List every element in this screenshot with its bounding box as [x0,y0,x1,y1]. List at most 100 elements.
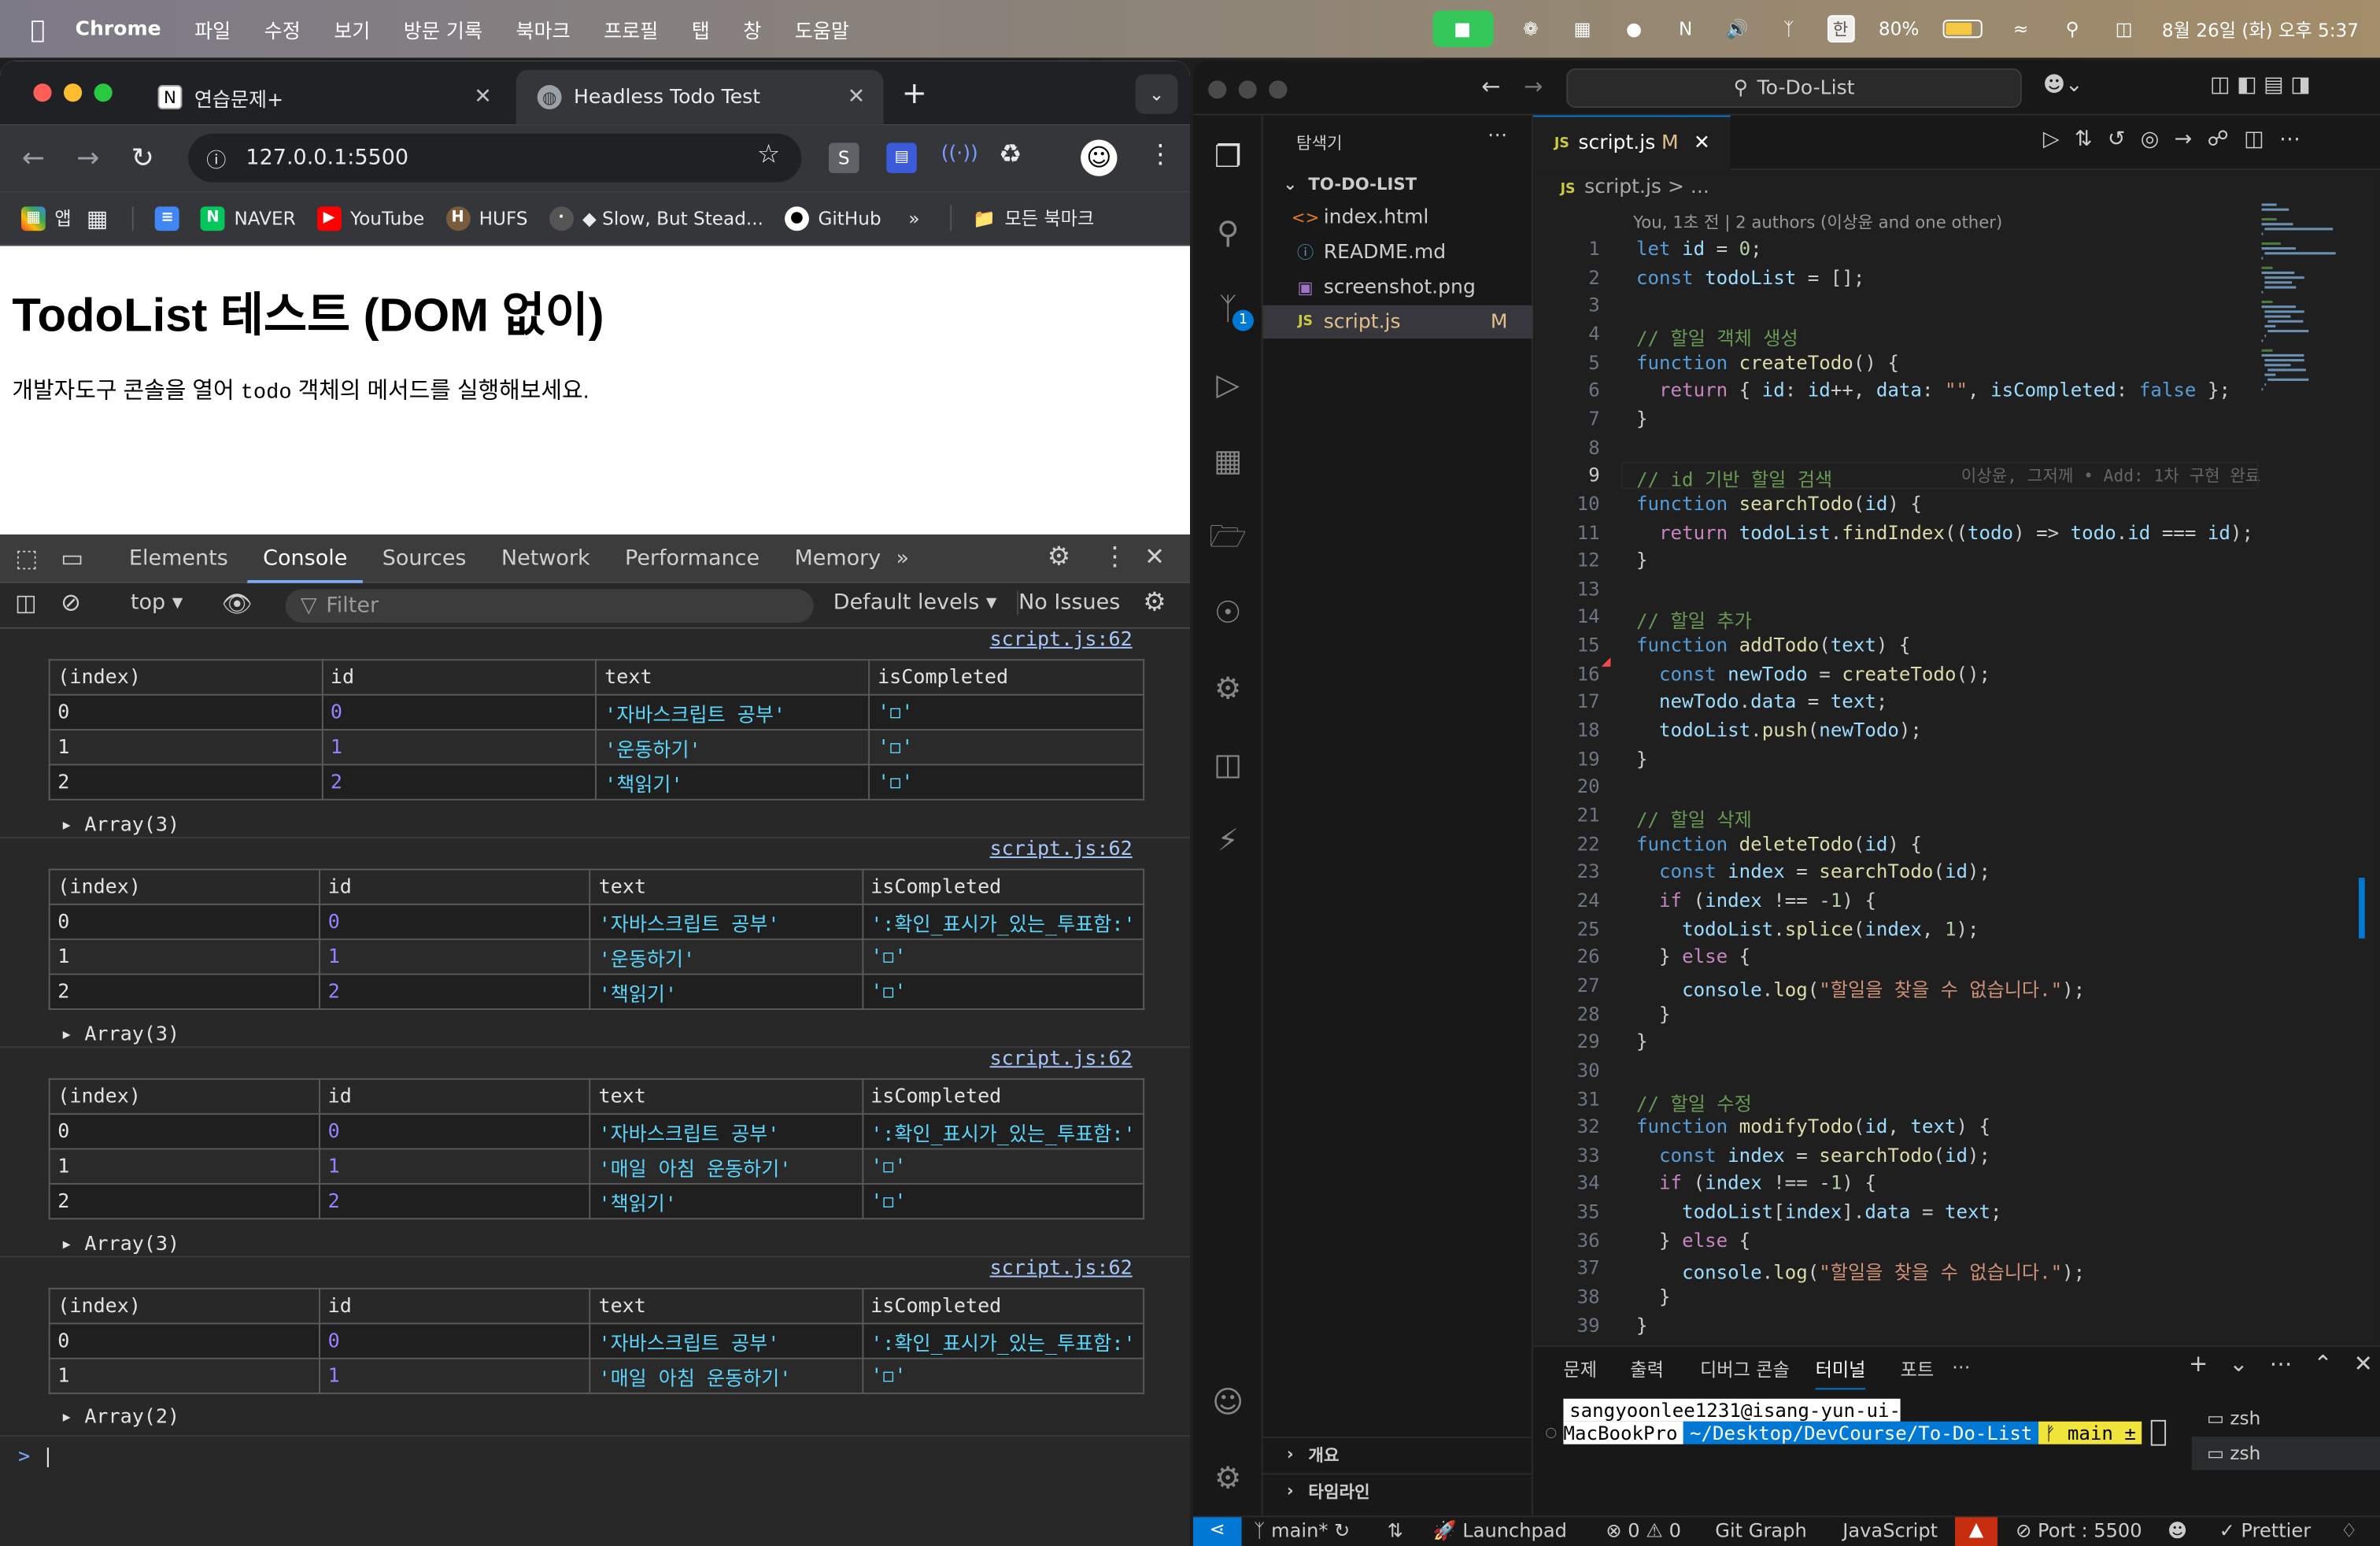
facetime-icon[interactable]: ■ [1432,10,1493,47]
menu-item[interactable]: 북마크 [516,14,570,43]
input-source-indicator[interactable]: 한 [1827,15,1855,43]
code-line[interactable]: } [1636,407,1648,430]
forward-icon[interactable]: → [61,142,115,174]
eye-icon[interactable]: 👁 [222,590,253,619]
menu-item[interactable]: 보기 [334,14,370,43]
control-center-icon[interactable]: ◫ [2110,13,2138,44]
layout-toggle-icons[interactable]: ◫ ◧ ▤ ◨ [2210,73,2311,98]
code-line[interactable]: let id = 0; [1636,237,1762,260]
status-launchpad[interactable]: 🚀 Launchpad [1433,1518,1567,1543]
site-info-icon[interactable]: ⓘ [206,144,226,173]
code-line[interactable]: todoList[index].data = text; [1636,1200,2002,1222]
tab-group-icon[interactable]: ▦ [87,204,108,231]
new-tab-button[interactable]: + [902,75,927,111]
address-bar[interactable]: ⓘ 127.0.0.1:5500 ☆ [188,133,802,183]
run-debug-icon[interactable]: ▷ [1208,364,1247,404]
console-source-link[interactable]: script.js:62 [990,1048,1133,1071]
code-line[interactable]: const index = searchTodo(id); [1636,860,1990,883]
code-line[interactable]: } [1636,747,1648,770]
tab-console[interactable]: Console [248,534,362,583]
code-line[interactable]: function createTodo() { [1636,350,1899,373]
clear-console-icon[interactable]: ⊘ [61,588,81,617]
menu-item[interactable]: 프로필 [604,14,658,43]
chrome-menu-icon[interactable]: ⋮ [1148,139,1173,170]
explorer-more-icon[interactable]: ⋯ [1488,124,1507,147]
console-source-link[interactable]: script.js:62 [990,838,1133,861]
table-header-cell[interactable]: text [595,659,870,696]
browser-tab[interactable]: N 연습문제+ ✕ [137,70,510,124]
apple-icon[interactable]:  [31,14,46,43]
menu-item[interactable]: 도움말 [795,14,849,43]
code-line[interactable]: console.log("할일을 찾을 수 없습니다."); [1636,1256,2085,1285]
nav-forward-icon[interactable]: → [1524,73,1543,101]
extension-s-icon[interactable]: S [828,142,859,173]
code-line[interactable]: } [1636,549,1648,571]
code-line[interactable]: function searchTodo(id) { [1636,492,1922,515]
reload-icon[interactable]: ↻ [116,142,170,174]
chat-icon[interactable]: ● [1621,13,1648,44]
profile-avatar[interactable]: ☺ [1081,139,1118,176]
code-line[interactable]: newTodo.data = text; [1636,690,1887,713]
code-line[interactable]: const index = searchTodo(id); [1636,1143,1990,1166]
settings-gear-icon[interactable]: ⚙ [1048,542,1070,573]
menu-item[interactable]: 탭 [692,14,710,43]
code-line[interactable]: function modifyTodo(id, text) { [1636,1115,1990,1137]
timeline-section[interactable]: › 타임라인 [1262,1473,1533,1506]
panel-tab-debug[interactable]: 디버그 콘솔 [1700,1356,1790,1382]
table-header-cell[interactable]: (index) [48,1078,320,1115]
minimap[interactable] [2259,201,2365,1346]
status-copilot-icon[interactable]: ☻ [2168,1518,2187,1541]
table-header-cell[interactable]: text [589,868,863,905]
status-branch[interactable]: ᛉ main* ↻ [1254,1518,1350,1541]
status-port[interactable]: ⊘ Port : 5500 [2016,1518,2142,1541]
table-header-cell[interactable]: id [319,1288,591,1325]
manage-gear-icon[interactable]: ⚙ [1208,1458,1247,1497]
code-line[interactable]: return todoList.findIndex((todo) => todo… [1636,520,2253,543]
code-line[interactable]: const newTodo = createTodo(); [1636,662,1990,685]
status-notifications-icon[interactable]: ♢ [2341,1518,2358,1541]
folder-icon[interactable]: 🗁 [1208,516,1247,556]
code-line[interactable]: // 할일 삭제 [1636,804,1752,833]
wifi-icon[interactable]: ≈ [2007,13,2034,44]
notion-icon[interactable]: N [1672,13,1699,44]
code-line[interactable]: const todoList = []; [1636,265,1864,288]
panel-tab-terminal[interactable]: 터미널 [1815,1356,1866,1390]
bookmark-github[interactable]: ● GitHub [785,205,881,231]
code-line[interactable]: } [1636,1001,1671,1024]
console-source-link[interactable]: script.js:62 [990,1257,1133,1280]
zoom-window-button[interactable] [1269,80,1288,99]
array-expander[interactable]: ▸ Array(3) [61,1233,179,1256]
tab-performance[interactable]: Performance [625,534,759,583]
menu-item[interactable]: 방문 기록 [404,14,482,43]
table-header-cell[interactable]: text [589,1078,863,1115]
close-window-button[interactable] [33,83,52,102]
panel-tab-output[interactable]: 출력 [1630,1356,1664,1382]
file-item[interactable]: <> index.html [1263,201,1533,234]
code-line[interactable]: // 할일 추가 [1636,605,1752,634]
command-center-search[interactable]: ⚲ To-Do-List [1566,68,2022,108]
status-problems[interactable]: ⊗ 0 ⚠ 0 [1606,1518,1680,1541]
terminal-output[interactable]: sangyoonlee1231@isang-yun-ui-MacBookPro ~… [1563,1398,2170,1446]
editor-tab-active[interactable]: JS script.js M ✕ [1532,115,1731,171]
code-line[interactable]: } else { [1636,945,1750,967]
tab-search-button[interactable]: ⌄ [1135,74,1178,114]
inspect-element-icon[interactable]: ⬚ [15,544,38,573]
status-language[interactable]: JavaScript [1842,1518,1938,1541]
back-icon[interactable]: ← [6,142,61,174]
explorer-icon[interactable]: ❐ [1208,137,1247,176]
more-tabs-icon[interactable]: » [896,534,910,583]
extensions-icon[interactable]: ▦ [1208,440,1247,479]
file-item-selected[interactable]: JS script.js M [1262,305,1533,339]
device-toolbar-icon[interactable]: ▭ [61,544,83,573]
accounts-icon[interactable]: ☺ [1208,1382,1247,1422]
tab-network[interactable]: Network [501,534,590,583]
code-line[interactable]: if (index !== -1) { [1636,1171,1876,1194]
more-bookmarks-icon[interactable]: » [908,207,919,228]
remote-indicator-icon[interactable]: ⋖ [1192,1517,1242,1546]
breadcrumb[interactable]: JS script.js > ... [1561,176,1709,199]
status-git-graph[interactable]: Git Graph [1715,1518,1806,1541]
tab-elements[interactable]: Elements [129,534,228,583]
code-line[interactable]: todoList.splice(index, 1); [1636,916,1979,939]
issues-counter[interactable]: No Issues [1017,590,1120,616]
console-filter-input[interactable]: ▽ Filter [285,589,814,623]
